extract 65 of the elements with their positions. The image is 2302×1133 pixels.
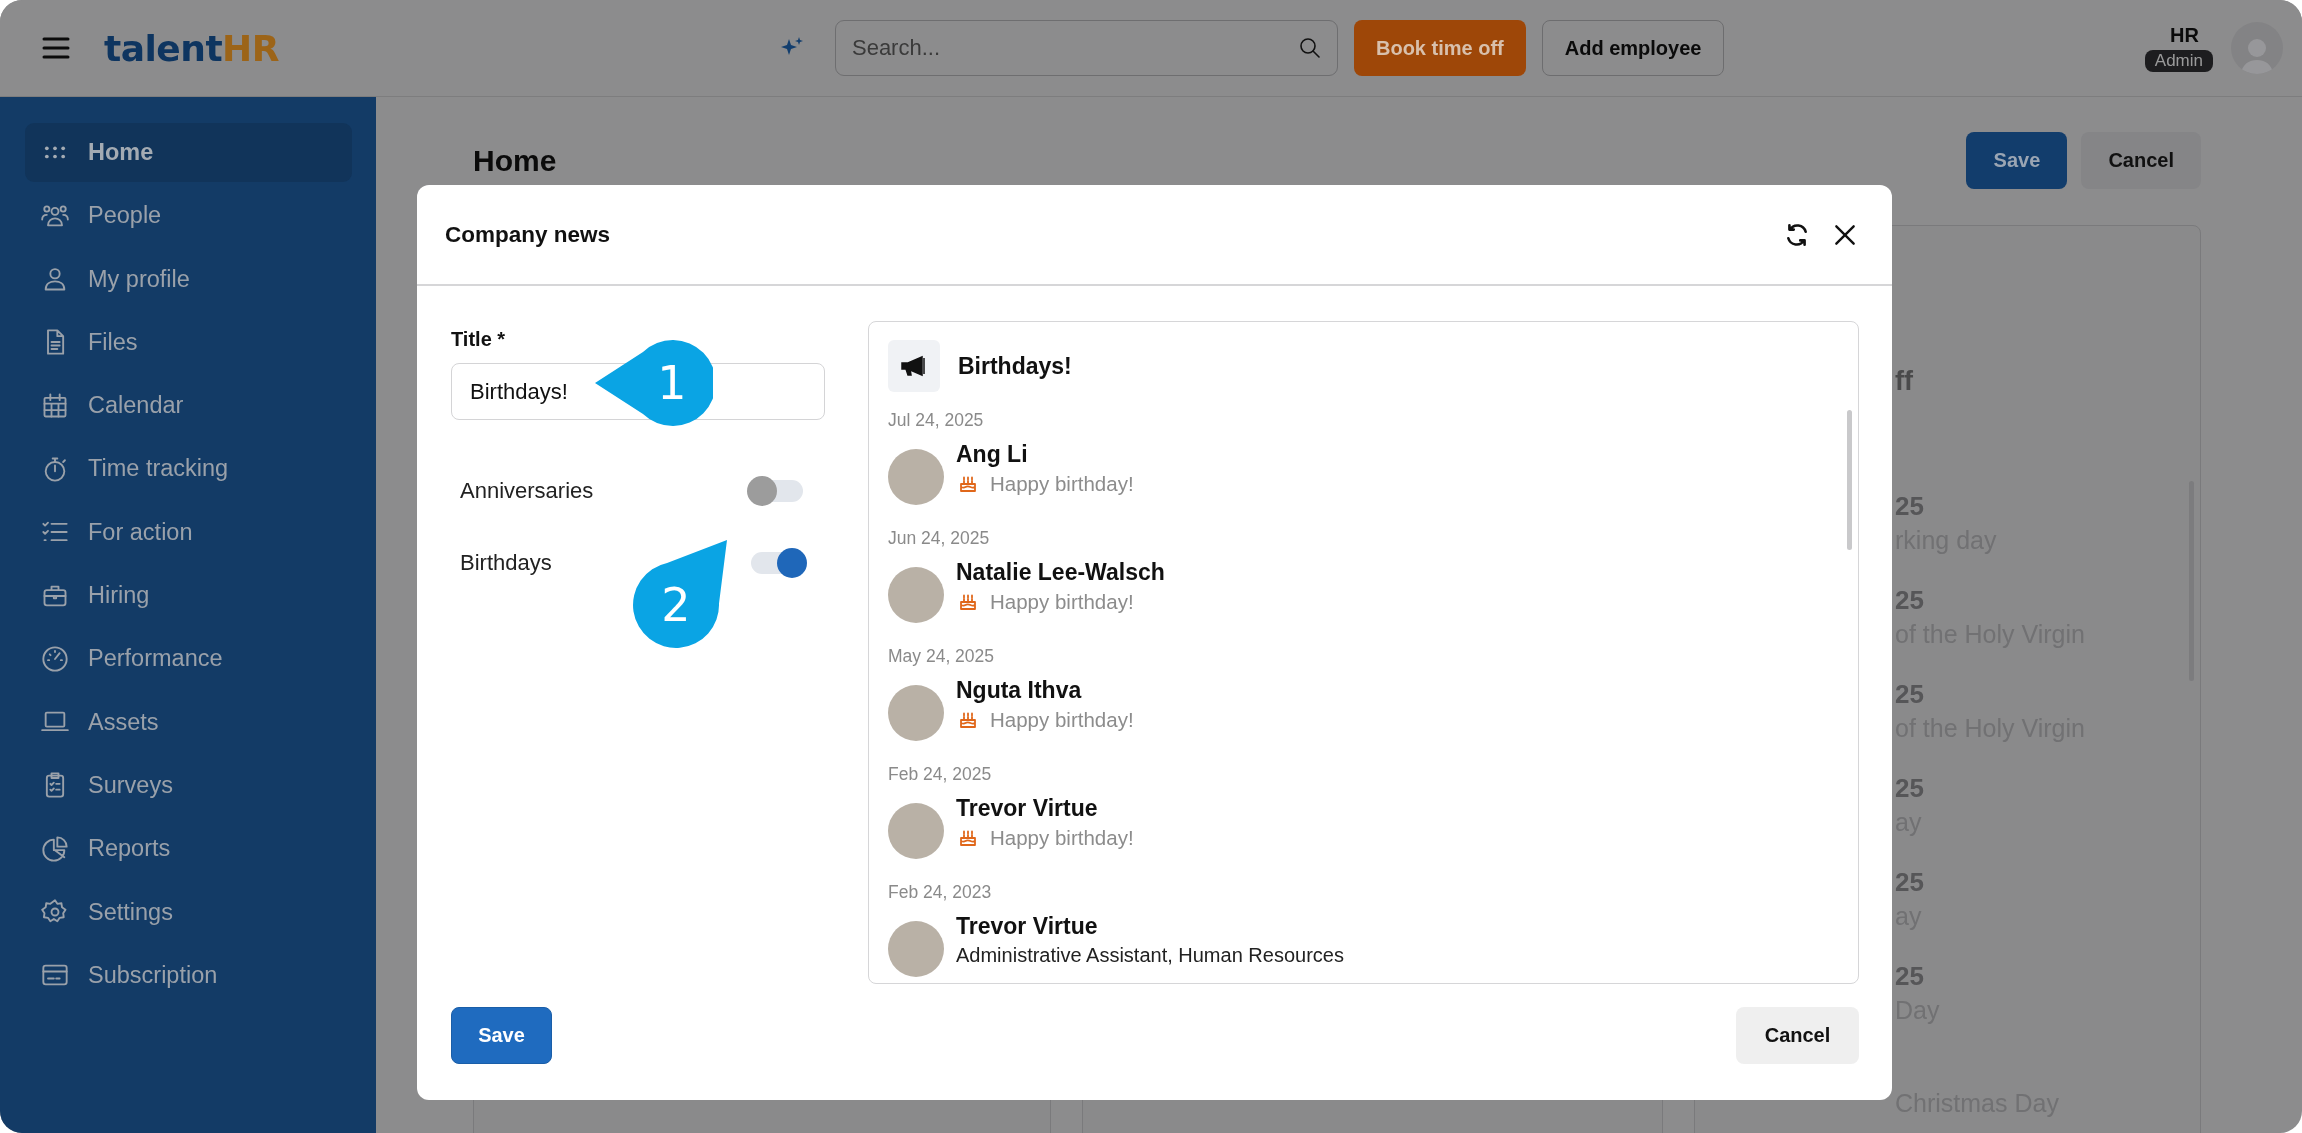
save-button[interactable]: Save <box>1966 132 2068 189</box>
avatar-placeholder <box>888 921 944 977</box>
cake-icon <box>958 710 978 730</box>
birthday-note: Happy birthday! <box>990 472 1134 496</box>
gauge-icon <box>41 644 69 673</box>
card-heading: ff <box>1895 366 1914 397</box>
menu-icon <box>42 36 70 60</box>
cake-icon <box>958 474 978 494</box>
add-employee-button[interactable]: Add employee <box>1541 20 1725 76</box>
logo: talentHR <box>104 27 279 69</box>
cancel-button[interactable]: Cancel <box>1736 1007 1859 1064</box>
sidebar-item[interactable]: Subscription <box>25 945 352 1005</box>
role-badge: Admin <box>2144 50 2213 72</box>
birthday-note: Happy birthday! <box>990 708 1134 732</box>
birthday-note: Happy birthday! <box>990 826 1134 850</box>
user-name: HR <box>2170 24 2199 47</box>
avatar-placeholder <box>888 567 944 623</box>
avatar-placeholder <box>888 449 944 505</box>
news-date: Feb 24, 2023 <box>888 882 993 903</box>
field-label: Title * <box>451 328 507 351</box>
cancel-button[interactable]: Cancel <box>2081 132 2201 189</box>
dialog-title: Company news <box>445 221 612 248</box>
news-date: Jul 24, 2025 <box>888 410 985 431</box>
job-title: Administrative Assistant, Human Resources <box>956 944 1344 967</box>
avatar-placeholder <box>888 685 944 741</box>
calendar-icon <box>41 391 69 420</box>
step-marker: 1 <box>595 338 713 428</box>
cake-icon <box>958 828 978 848</box>
toggle-label: Anniversaries <box>460 478 594 504</box>
sidebar-item[interactable]: Assets <box>25 692 352 752</box>
sidebar-item[interactable]: My profile <box>25 249 352 309</box>
pie-chart-icon <box>41 834 69 863</box>
sidebar-item[interactable]: Reports <box>25 819 352 879</box>
employee-name: Trevor Virtue <box>956 913 1099 940</box>
sidebar-item[interactable]: Files <box>25 312 352 372</box>
sidebar-item[interactable]: Surveys <box>25 755 352 815</box>
news-date: May 24, 2025 <box>888 646 996 667</box>
sidebar-item[interactable]: Calendar <box>25 376 352 436</box>
birthday-note: Happy birthday! <box>990 590 1134 614</box>
sidebar-item[interactable]: Hiring <box>25 566 352 626</box>
news-date: Feb 24, 2025 <box>888 764 993 785</box>
page-title: Home <box>473 143 558 178</box>
sidebar-item[interactable]: Performance <box>25 629 352 689</box>
book-time-off-button[interactable]: Book time off <box>1353 20 1526 76</box>
sidebar-item[interactable]: Time tracking <box>25 439 352 499</box>
scrollbar-thumb[interactable] <box>1847 410 1852 550</box>
employee-name: Nguta Ithva <box>956 677 1083 704</box>
search-field[interactable]: Search... <box>834 20 1338 76</box>
employee-name: Natalie Lee-Walsch <box>956 559 1165 586</box>
refresh-icon <box>1784 221 1810 248</box>
toggle-label: Birthdays <box>460 550 552 576</box>
refresh-button[interactable] <box>1784 221 1810 248</box>
sidebar-item[interactable]: Home <box>25 123 352 182</box>
sidebar-item[interactable]: Settings <box>25 882 352 942</box>
avatar-placeholder <box>888 803 944 859</box>
megaphone-icon <box>888 340 940 392</box>
news-date: Jun 24, 2025 <box>888 528 991 549</box>
employee-name: Trevor Virtue <box>956 795 1099 822</box>
search-icon <box>1297 36 1322 60</box>
sidebar-item[interactable]: For action <box>25 502 352 562</box>
employee-name: Ang Li <box>956 441 1029 468</box>
save-button[interactable]: Save <box>451 1007 552 1064</box>
cake-icon <box>958 592 978 612</box>
preview-title: Birthdays! <box>958 352 1072 380</box>
sidebar-item[interactable]: People <box>25 186 352 246</box>
